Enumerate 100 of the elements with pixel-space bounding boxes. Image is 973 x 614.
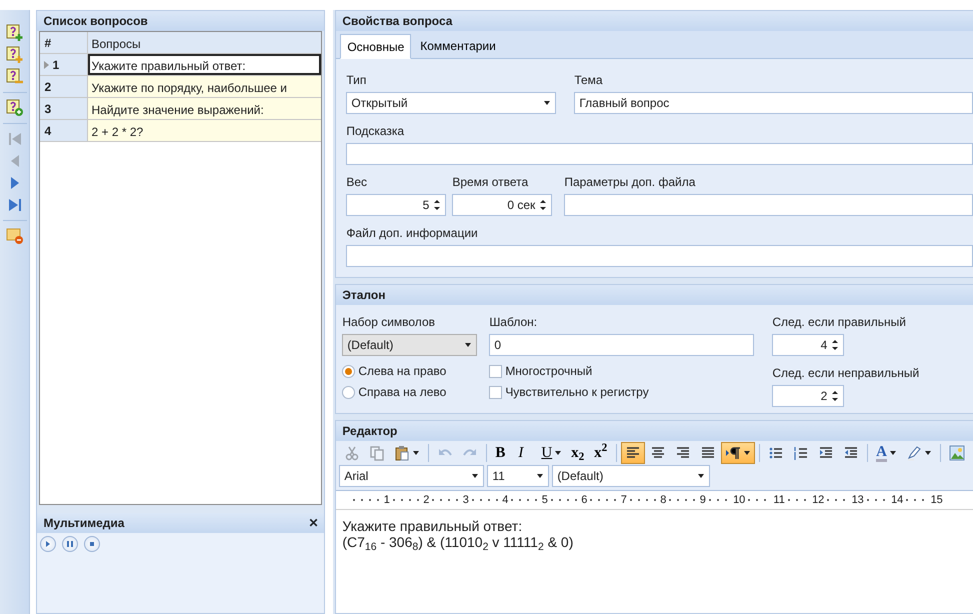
field-label: Вес [346,174,368,191]
ruler-number: 7 [620,494,627,506]
field-label: Шаблон: [489,314,538,331]
ruler-number: 8 [659,494,666,506]
charset-dropdown[interactable]: (Default) [342,334,478,356]
tab[interactable]: Комментарии [413,34,503,58]
paragraph-direction-icon [725,445,742,461]
ruler-number: 13 [850,494,864,506]
field-value: Открытый [351,95,408,112]
question-cell[interactable]: 2 + 2 * 2? [88,120,322,141]
type-dropdown[interactable]: Открытый [346,92,556,114]
ruler-number: 3 [462,494,469,506]
spin-icon[interactable] [831,339,840,351]
caret-icon[interactable] [543,99,552,107]
field-label: Параметры доп. файла [564,174,696,191]
checkbox-label: Чувствительно к регистру [505,384,649,401]
weight-field[interactable]: 5 [346,194,446,216]
caret-icon[interactable] [697,472,706,480]
field-value: 0 [494,337,501,354]
caret-icon [554,449,562,457]
field-value: (Default) [557,468,604,485]
hint-field[interactable] [346,143,973,165]
scissors-icon [344,445,360,461]
pause-button[interactable] [62,536,78,552]
next-correct-field[interactable]: 4 [772,334,844,356]
question-cell[interactable]: Укажите правильный ответ: [88,54,322,75]
insert-question-icon[interactable] [6,46,24,64]
field-label: След. если неправильный [772,365,920,382]
caret-icon[interactable] [471,472,480,480]
superscript-button[interactable]: x$^{2}$ [590,442,612,464]
close-button[interactable]: ✕ [308,514,318,532]
panel-title: Мультимедиа [43,515,124,532]
radio-label: Слева на право [358,363,446,380]
field-label: Набор символов [342,314,436,331]
ruler-number: 6 [580,494,588,506]
paragraph-button[interactable] [721,442,756,464]
document-text: (C7$_{16}$ - 306$_{8}$) & (11010$_{2}$ v 11111$_{2}$ & 0) [342,534,574,550]
caret-icon[interactable] [464,341,472,349]
play-button[interactable] [40,536,56,552]
field-label: Тема [574,72,604,89]
italic-button[interactable]: I [514,442,536,464]
field-value: Главный вопрос [579,95,670,112]
ruler-number: 5 [540,494,548,506]
copy-question-icon[interactable] [6,99,24,117]
field-label: Подсказка [346,123,406,140]
field-value: 5 [422,197,430,214]
panel-title: Эталон [342,287,386,304]
font-dropdown[interactable]: Arial [339,465,484,487]
size-dropdown[interactable]: 11 [487,465,550,487]
next-wrong-field[interactable]: 2 [772,385,844,407]
answer-time-field[interactable]: 0 сек [452,194,552,216]
field-value: Arial [344,468,368,485]
style-dropdown[interactable]: (Default) [552,465,710,487]
copy-icon [369,445,386,461]
row-number: 2 [44,78,52,96]
field-label: Файл доп. информации [346,225,479,242]
ruler-number: 12 [811,494,824,506]
caret-icon [924,449,932,457]
font-color-button[interactable]: A [872,442,901,464]
tab[interactable]: Основные [340,34,412,59]
bold-button[interactable]: B [491,442,514,464]
radio-button[interactable] [342,364,356,378]
align-left-button[interactable] [621,442,646,464]
spin-icon[interactable] [831,390,840,402]
caret-icon [743,449,752,457]
ruler-number: 2 [422,494,430,506]
info-file-field[interactable] [346,245,973,267]
field-value: 11 [492,468,505,485]
file-params-field[interactable] [564,194,973,216]
spin-icon[interactable] [433,199,442,211]
caret-icon [412,449,420,457]
template-field[interactable]: 0 [489,334,754,356]
subscript-button[interactable]: x$_{2}$ [567,442,590,464]
field-label: След. если правильный [772,314,907,331]
ruler-number: 14 [890,494,904,506]
checkbox-label: Многострочный [505,363,592,380]
checkbox[interactable] [489,364,502,378]
radio-button[interactable] [342,386,356,398]
row-pointer-icon [44,60,50,68]
note-delete-icon[interactable] [6,227,24,245]
field-value: 4 [820,337,828,354]
stop-button[interactable] [84,536,100,552]
document-text: Укажите правильный ответ: [342,518,524,534]
panel-title: Редактор [342,423,398,440]
question-cell[interactable]: Найдите значение выражений: [88,98,322,119]
topic-field[interactable]: Главный вопрос [574,92,973,114]
row-number: 1 [52,56,60,74]
caret-icon[interactable] [536,472,544,480]
spin-icon[interactable] [539,199,548,211]
add-question-icon[interactable] [6,24,24,42]
field-value: 0 сек [507,197,536,214]
panel-title: Свойства вопроса [342,13,452,30]
row-number: 3 [44,100,52,118]
checkbox[interactable] [489,386,502,398]
field-value: (Default) [347,337,394,354]
numbered-list-icon [793,445,810,461]
question-cell[interactable]: Укажите по порядку, наибольшее и [88,76,322,97]
remove-question-icon[interactable] [6,68,24,86]
underline-button[interactable]: U [537,442,566,464]
column-header: # [40,32,88,53]
